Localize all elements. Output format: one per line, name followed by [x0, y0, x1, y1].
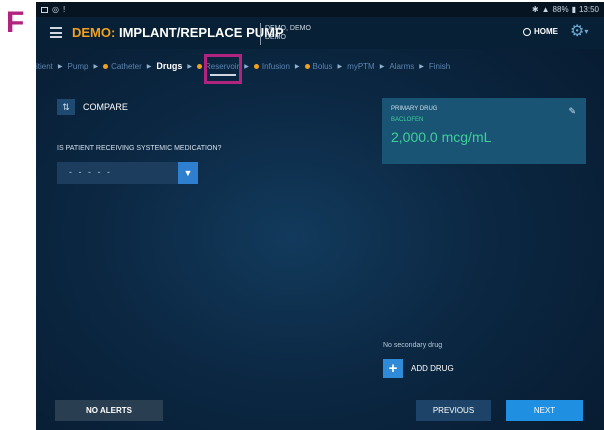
step-alarms[interactable]: Alarms: [389, 62, 414, 71]
step-status-dot: [103, 63, 109, 69]
step-label: Finish: [428, 61, 451, 71]
panel-label: F: [6, 6, 25, 39]
title-main: IMPLANT/REPLACE PUMP: [118, 25, 284, 40]
step-label: Infusion: [261, 61, 290, 71]
step-drugs[interactable]: Drugs: [156, 61, 182, 71]
primary-drug-card[interactable]: PRIMARY DRUG BACLOFEN 2,000.0 mcg/mL ✎: [382, 98, 586, 164]
step-label: myPTM: [347, 61, 375, 71]
primary-drug-concentration: 2,000.0 mcg/mL: [391, 129, 492, 145]
signal-icon: ▲: [541, 5, 550, 14]
title-prefix: DEMO:: [72, 25, 116, 40]
step-itient[interactable]: itient: [36, 62, 53, 71]
chevron-down-icon[interactable]: ▼: [178, 162, 198, 184]
status-bar: ◎ ! ✱ ▲ 88% ▮ 13:50: [36, 2, 604, 17]
settings-button[interactable]: ⚙▾: [570, 24, 588, 40]
step-label: Pump: [67, 61, 89, 71]
bluetooth-icon: ✱: [531, 5, 539, 14]
primary-drug-name: BACLOFEN: [391, 117, 424, 123]
highlight-box: [204, 54, 242, 84]
no-secondary-drug-text: No secondary drug: [383, 342, 443, 349]
step-infusion[interactable]: Infusion: [253, 61, 290, 71]
next-button[interactable]: NEXT: [506, 400, 583, 421]
step-arrow-icon: ▶: [57, 63, 63, 70]
home-label: HOME: [534, 27, 558, 36]
step-catheter[interactable]: Catheter: [103, 62, 142, 71]
home-button[interactable]: HOME: [523, 27, 558, 36]
alert-icon: !: [62, 5, 66, 14]
patient-subtitle: DEMO: [265, 34, 286, 41]
step-finish[interactable]: Finish: [429, 62, 450, 71]
step-arrow-icon: ▶: [294, 63, 300, 70]
systemic-medication-select[interactable]: - - - - - ▼: [57, 162, 198, 184]
chevron-down-icon: ▾: [584, 27, 589, 36]
step-label: Catheter: [111, 61, 142, 71]
compare-label: COMPARE: [83, 102, 128, 112]
add-drug-button[interactable]: + ADD DRUG: [383, 359, 454, 378]
title-divider: [260, 23, 261, 45]
primary-drug-label: PRIMARY DRUG: [391, 106, 438, 112]
step-label: Bolus: [312, 61, 333, 71]
step-arrow-icon: ▶: [337, 63, 343, 70]
select-value: - - - - -: [69, 167, 112, 177]
step-arrow-icon: ▶: [419, 63, 424, 70]
tablet-screen: ◎ ! ✱ ▲ 88% ▮ 13:50 DEMO: IMPLANT/REPLAC…: [36, 2, 604, 430]
patient-name: DEMO, DEMO: [265, 25, 311, 32]
step-bolus[interactable]: Bolus: [304, 61, 333, 71]
gear-icon: ⚙: [570, 23, 585, 41]
pencil-icon[interactable]: ✎: [568, 106, 576, 117]
workflow-stepper: itient ▶ Pump ▶ Catheter ▶ Drugs ▶ Reservoir ▶ Inf…: [36, 49, 604, 85]
step-myptm[interactable]: myPTM: [347, 62, 375, 71]
compare-icon: ⇅: [57, 99, 75, 115]
step-status-dot: [197, 63, 203, 69]
battery-icon: ▮: [571, 5, 576, 14]
menu-icon[interactable]: [50, 27, 62, 38]
step-arrow-icon: ▶: [379, 63, 385, 70]
step-status-dot: [253, 63, 259, 69]
step-status-dot: [304, 63, 310, 69]
step-arrow-icon: ▶: [146, 63, 152, 70]
systemic-medication-question: IS PATIENT RECEIVING SYSTEMIC MEDICATION…: [57, 145, 222, 152]
step-label: Drugs: [156, 61, 183, 71]
image-icon: [41, 6, 48, 13]
step-arrow-icon: ▶: [244, 63, 249, 70]
add-drug-label: ADD DRUG: [411, 364, 454, 373]
app-header: DEMO: IMPLANT/REPLACE PUMP DEMO, DEMO DE…: [36, 17, 604, 49]
compare-button[interactable]: ⇅ COMPARE: [57, 99, 128, 115]
page-title: DEMO: IMPLANT/REPLACE PUMP: [72, 25, 284, 40]
patient-info: DEMO, DEMO DEMO: [265, 24, 311, 42]
plus-icon: +: [383, 359, 403, 378]
clock: 13:50: [578, 5, 599, 14]
target-icon: ◎: [52, 5, 59, 14]
figure-root: F ◎ ! ✱ ▲ 88% ▮ 13:50 DEMO: IMPLANT/REPL…: [0, 0, 604, 430]
previous-button[interactable]: PREVIOUS: [416, 400, 491, 421]
home-icon: [523, 27, 531, 36]
step-arrow-icon: ▶: [93, 63, 99, 70]
step-label: Alarms: [389, 61, 415, 71]
alerts-button[interactable]: NO ALERTS: [55, 400, 163, 421]
step-label: itient: [36, 61, 53, 71]
step-pump[interactable]: Pump: [68, 62, 89, 71]
step-arrow-icon: ▶: [187, 63, 193, 70]
battery-percent: 88%: [552, 5, 569, 14]
